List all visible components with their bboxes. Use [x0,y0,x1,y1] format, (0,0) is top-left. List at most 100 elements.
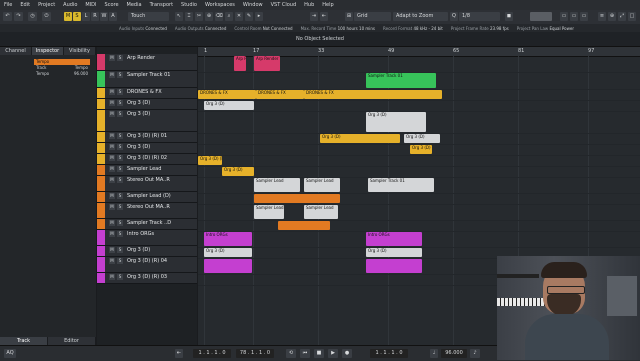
tab-track[interactable]: Track [0,337,48,345]
track-name[interactable]: Org 3 (D) [127,100,150,106]
pan-law-status[interactable]: Project Pan Law Equal Power [513,26,578,31]
track-solo-button[interactable]: S [117,193,123,199]
event-clip[interactable]: Sampler Lead [254,178,300,192]
tempo-display[interactable]: 96.000 [441,349,467,358]
zoom-icon[interactable]: ⊕ [608,12,616,21]
event-clip[interactable]: DRONES & FX [198,90,256,99]
track-mute-button[interactable]: M [109,220,115,226]
write-button[interactable]: W [100,12,108,21]
event-clip[interactable]: Org 3 (D) (R) [198,156,222,165]
menu-item-transport[interactable]: Transport [146,2,177,8]
go-to-start-icon[interactable]: ⏮ [300,349,310,358]
track-solo-button[interactable]: S [117,111,123,117]
track-row[interactable]: M S Org 3 (D) (R) 01 [97,132,197,143]
track-mute-button[interactable]: M [109,247,115,253]
event-clip[interactable]: Org 3 (D) [366,248,422,257]
tab-visibility[interactable]: Visibility [64,47,96,55]
activate-project-icon[interactable]: ⏻ [42,12,51,21]
automation-button[interactable]: A [109,12,117,21]
track-mute-button[interactable]: M [109,55,115,61]
locator-left-icon[interactable]: ⇤ [175,349,183,358]
track-solo-button[interactable]: S [117,274,123,280]
track-row[interactable]: M S Stereo Out MA..R [97,176,197,192]
menu-item-midi[interactable]: MIDI [81,2,100,8]
event-clip[interactable]: Sampler Track 01 [366,73,436,88]
quantize-select[interactable]: 1/8 [459,12,500,21]
track-name[interactable]: Org 3 (D) [127,144,150,150]
autoscroll-icon[interactable]: ⇥ [310,12,318,21]
track-row[interactable]: M S Arp Render [97,54,197,71]
track-solo-button[interactable]: S [117,72,123,78]
track-solo-button[interactable]: S [117,155,123,161]
listen-button[interactable]: L [82,12,90,21]
event-clip[interactable] [254,194,340,203]
event-clip[interactable]: Arp Render [234,56,246,71]
track-solo-button[interactable]: S [117,166,123,172]
metronome-icon[interactable]: ♩ [430,349,438,358]
split-tool-icon[interactable]: ✂ [195,12,203,21]
track-row[interactable]: M S Sampler Lead (D) [97,192,197,203]
track-name[interactable]: Sampler Track 01 [127,72,170,78]
cycle-icon[interactable]: ⟲ [286,349,296,358]
menu-item-studio[interactable]: Studio [177,2,201,8]
event-clip[interactable]: Org 3 (D) [204,101,254,110]
tab-channel[interactable]: Channel [0,47,32,55]
color-icon[interactable]: ◼ [505,12,513,21]
track-solo-button[interactable]: S [117,100,123,106]
track-row[interactable]: M S Stereo Out MA..R [97,203,197,219]
track-solo-button[interactable]: S [117,247,123,253]
mute-button[interactable]: M [64,12,72,21]
event-clip[interactable]: DRONES & FX [256,90,304,99]
menu-item-hub[interactable]: Hub [300,2,318,8]
erase-tool-icon[interactable]: ⌫ [215,12,223,21]
event-clip[interactable]: Sampler Lead [254,205,284,219]
track-mute-button[interactable]: M [109,193,115,199]
zoom-tool-icon[interactable]: ⌕ [225,12,233,21]
track-mute-button[interactable]: M [109,89,115,95]
event-clip[interactable]: Intro ORGs [204,232,252,246]
track-mute-button[interactable]: M [109,204,115,210]
track-name[interactable]: Sampler Lead [127,166,161,172]
event-clip[interactable]: Org 3 (D) [366,112,426,132]
track-name[interactable]: Intro ORGs [127,231,154,237]
event-clip[interactable]: Org 3 (D) [404,134,440,143]
event-clip[interactable]: Sampler Lead [304,178,340,192]
track-row[interactable]: M S Org 3 (D) [97,143,197,154]
glue-tool-icon[interactable]: ⊕ [205,12,213,21]
track-name[interactable]: Org 3 (D) [127,247,150,253]
control-room-status[interactable]: Control Room Not Connected [230,26,296,31]
position-display[interactable]: 78 . 1 . 1 . 0 [236,349,274,358]
audio-outputs-status[interactable]: Audio Outputs Connected [171,26,230,31]
track-row[interactable]: M S DRONES & FX [97,88,197,99]
layout-bottom-icon[interactable]: ▭ [570,12,578,21]
mute-tool-icon[interactable]: ✕ [235,12,243,21]
track-row[interactable]: M S Intro ORGs [97,230,197,246]
track-solo-button[interactable]: S [117,133,123,139]
fullscreen-icon[interactable]: ⤢ [618,12,626,21]
event-clip[interactable]: DRONES & FX [304,90,442,99]
record-format-status[interactable]: Record Format 48 kHz - 24 bit [379,26,447,31]
grid-resolution-select[interactable]: Adapt to Zoom [393,12,448,21]
audio-quality-indicator[interactable]: AQ [4,349,16,358]
track-row[interactable]: M S Sampler Lead [97,165,197,176]
track-mute-button[interactable]: M [109,166,115,172]
record-icon[interactable]: ● [342,349,352,358]
play-tool-icon[interactable]: ▸ [255,12,263,21]
grid-type-select[interactable]: Grid [354,12,391,21]
track-solo-button[interactable]: S [117,231,123,237]
event-clip[interactable]: Sampler Track 01 [368,178,434,192]
track-name[interactable]: Sampler Lead (D) [127,193,171,199]
event-clip[interactable]: Org 3 (D) [410,145,432,154]
track-name[interactable]: Stereo Out MA..R [127,177,170,183]
track-name[interactable]: Org 3 (D) (R) 01 [127,133,167,139]
event-clip[interactable]: Intro ORGs [366,232,422,246]
read-button[interactable]: R [91,12,99,21]
track-mute-button[interactable]: M [109,72,115,78]
track-name[interactable]: Sampler Track ..D [127,220,171,226]
snap-icon[interactable]: ⊞ [345,12,353,21]
event-clip[interactable] [204,259,252,273]
event-clip[interactable] [366,259,422,273]
event-clip[interactable] [278,221,330,230]
menu-item-file[interactable]: File [0,2,16,8]
stop-icon[interactable]: ■ [314,349,324,358]
